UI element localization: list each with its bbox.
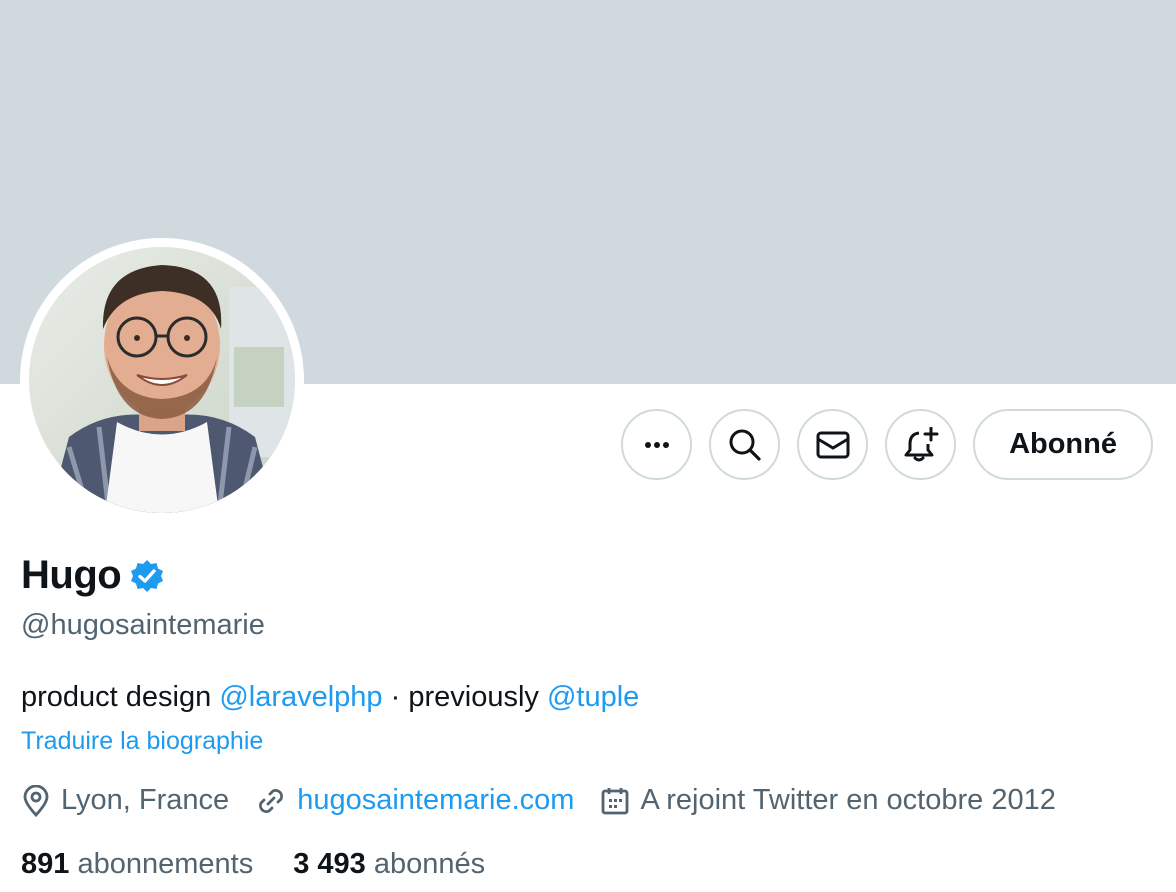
following-stat[interactable]: 891 abonnements <box>21 848 253 881</box>
notifications-button[interactable] <box>885 409 957 480</box>
profile-meta: Lyon, France hugosaintemarie.com A rejoi… <box>21 784 1056 817</box>
profile-stats: 891 abonnements 3 493 abonnés <box>21 848 485 881</box>
message-button[interactable] <box>797 409 869 480</box>
joined-item: A rejoint Twitter en octobre 2012 <box>600 784 1056 817</box>
translate-bio-link[interactable]: Traduire la biographie <box>21 727 263 756</box>
mention-laravelphp[interactable]: @laravelphp <box>219 681 382 713</box>
calendar-icon <box>602 787 629 814</box>
mention-tuple[interactable]: @tuple <box>547 681 639 713</box>
bio: product design @laravelphp · previously … <box>21 681 639 714</box>
name-row: Hugo <box>21 553 165 598</box>
location-pin-icon <box>23 784 49 817</box>
verified-badge-icon[interactable] <box>129 558 165 594</box>
more-button[interactable] <box>621 409 693 480</box>
more-horizontal-icon <box>644 441 669 448</box>
followers-label: abonnés <box>373 848 486 880</box>
location-text: Lyon, France <box>61 784 230 816</box>
user-handle: @hugosaintemarie <box>21 609 265 641</box>
bio-text: product design <box>21 681 220 713</box>
website-item: hugosaintemarie.com <box>255 784 574 817</box>
search-icon <box>729 429 761 461</box>
avatar[interactable] <box>29 247 295 513</box>
joined-text: A rejoint Twitter en octobre 2012 <box>640 784 1056 816</box>
following-count: 891 <box>21 848 70 880</box>
search-button[interactable] <box>709 409 781 480</box>
link-icon <box>259 788 284 813</box>
website-link[interactable]: hugosaintemarie.com <box>297 784 574 817</box>
followers-count: 3 493 <box>293 848 366 880</box>
following-label: abonnements <box>77 848 254 880</box>
bell-plus-icon <box>904 426 939 461</box>
location-item: Lyon, France <box>21 784 229 817</box>
followers-stat[interactable]: 3 493 abonnés <box>293 848 485 881</box>
mail-icon <box>816 431 850 458</box>
following-button[interactable]: Abonné <box>973 409 1153 480</box>
profile-actions: Abonné <box>621 409 1153 480</box>
display-name: Hugo <box>21 553 122 597</box>
bio-text: · previously <box>382 681 547 713</box>
